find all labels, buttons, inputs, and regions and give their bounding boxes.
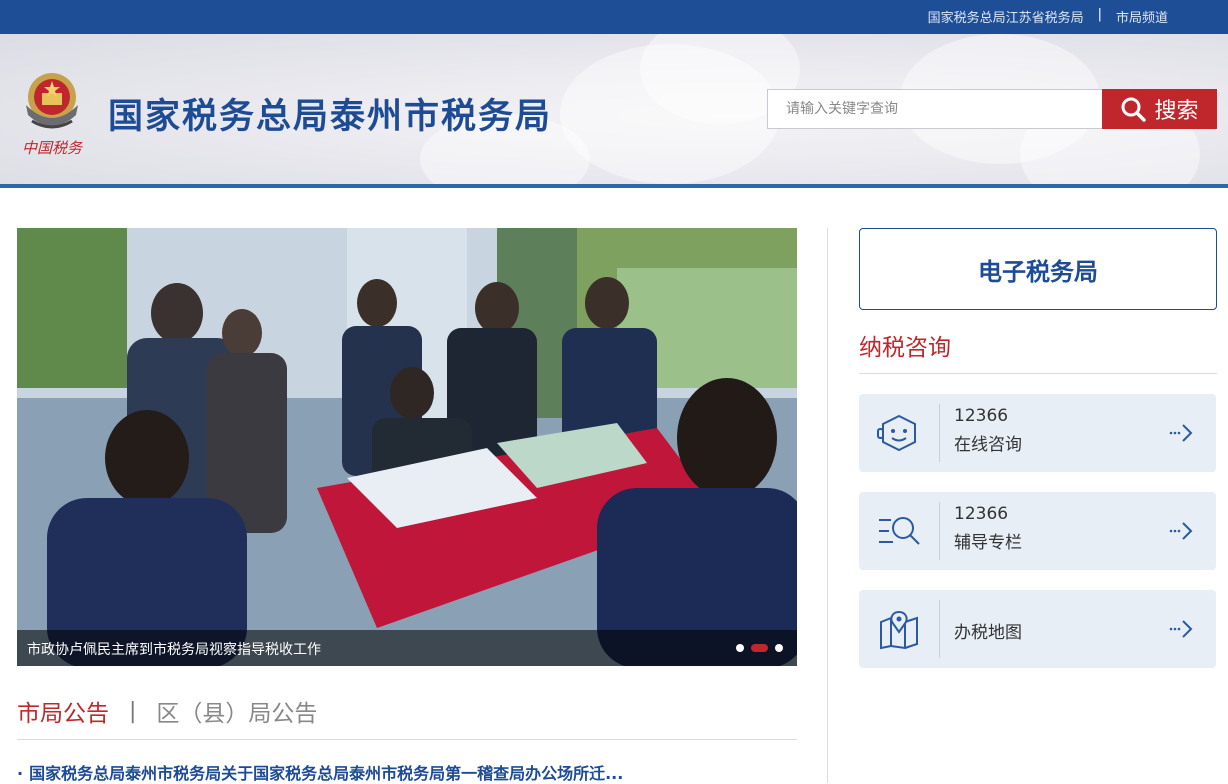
arrow-right-icon [1169,424,1193,442]
slider-dot-active[interactable] [751,644,768,652]
search-icon [1121,97,1147,122]
top-link-separator: | [1097,7,1102,22]
service-label: 辅导专栏 [954,533,1022,553]
search-button-label: 搜索 [1154,99,1199,124]
column-divider [827,228,828,783]
notice-title: 国家税务总局泰州市税务局关于国家税务总局泰州市税务局第一稽查局办公场所迁... [29,764,624,783]
top-links: 国家税务总局江苏省税务局 | 市局频道 [928,7,1168,26]
slider-dots [736,644,783,652]
tab-separator: | [129,698,137,724]
consult-title: 纳税咨询 [859,335,951,361]
slider-dot[interactable] [736,644,744,652]
notice-tabs: 市局公告 | 区（县）局公告 [17,694,317,728]
online-consult-card[interactable]: 12366 在线咨询 [859,394,1216,472]
top-bar: 国家税务总局江苏省税务局 | 市局频道 [0,0,1228,34]
notice-divider [17,739,797,740]
tax-map-card[interactable]: 办税地图 [859,590,1216,668]
search-list-icon [879,517,920,545]
tab-city-notices[interactable]: 市局公告 [17,694,109,728]
city-channel-link[interactable]: 市局频道 [1116,7,1168,26]
arrow-right-icon [1169,522,1193,540]
guidance-column-card[interactable]: 12366 辅导专栏 [859,492,1216,570]
service-number: 12366 [954,504,1009,524]
chat-bot-icon [877,414,916,452]
tax-emblem-icon[interactable]: 中国税务 [18,67,86,157]
slide-caption[interactable]: 市政协卢佩民主席到市税务局视察指导税收工作 [27,639,321,659]
service-label: 在线咨询 [954,435,1022,455]
list-item[interactable]: · 国家税务总局泰州市税务局关于国家税务总局泰州市税务局第一稽查局办公场所迁... [17,760,623,784]
arrow-right-icon [1169,620,1193,638]
bullet-icon: · [17,764,24,783]
tab-district-notices[interactable]: 区（县）局公告 [156,694,317,728]
header-divider [0,184,1228,188]
photo-slider[interactable]: 市政协卢佩民主席到市税务局视察指导税收工作 [17,228,797,666]
consult-divider [859,373,1217,374]
search-button[interactable]: 搜索 [1102,89,1217,129]
etax-button[interactable]: 电子税务局 [859,228,1217,310]
slider-dot[interactable] [775,644,783,652]
site-title[interactable]: 国家税务总局泰州市税务局 [108,88,552,139]
service-number: 12366 [954,406,1009,426]
svg-text:中国税务: 中国税务 [22,139,84,157]
map-pin-icon [880,610,918,650]
service-label: 办税地图 [954,623,1022,643]
search-input[interactable]: 请输入关键字查询 [767,89,1103,129]
slide-photo [17,228,797,666]
slide-caption-bar: 市政协卢佩民主席到市税务局视察指导税收工作 [17,630,797,666]
province-tax-link[interactable]: 国家税务总局江苏省税务局 [928,7,1084,26]
